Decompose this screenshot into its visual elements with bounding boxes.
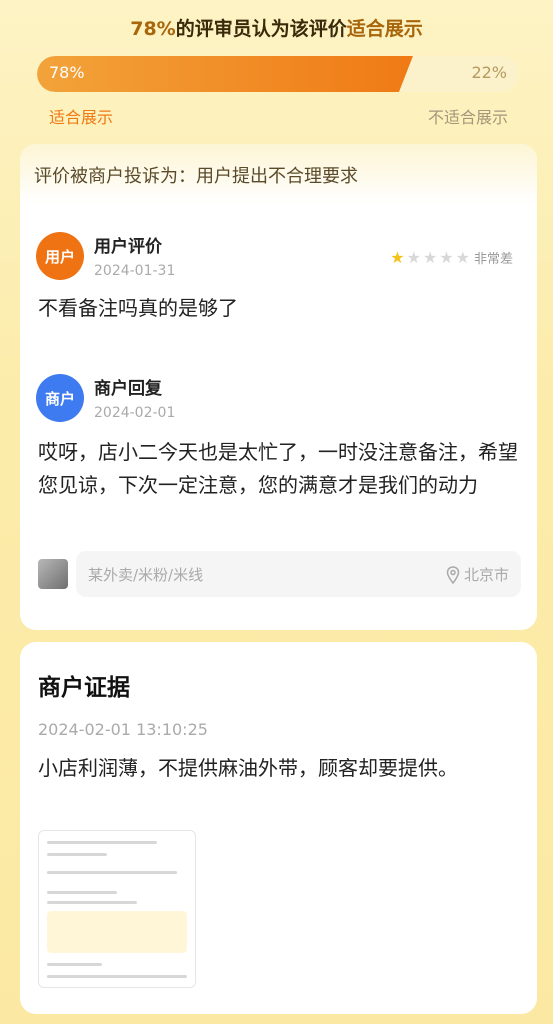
unsuitable-percentage: 22% [471, 63, 507, 82]
user-review-header: 用户 用户评价 2024-01-31 [36, 232, 175, 280]
star-icon: ★ [406, 247, 421, 267]
complaint-header: 评价被商户投诉为：用户提出不合理要求 [20, 144, 537, 204]
merchant-reply-title: 商户回复 [94, 379, 162, 399]
store-thumbnail [38, 559, 68, 589]
store-pill[interactable]: 某外卖/米粉/米线 北京市 [76, 551, 521, 597]
unsuitable-label: 不适合展示 [427, 108, 508, 127]
headline-highlight: 适合展示 [346, 18, 423, 40]
user-review-text: 不看备注吗真的是够了 [38, 296, 238, 320]
rating-text: 非常差 [473, 252, 513, 267]
merchant-avatar: 商户 [36, 374, 84, 422]
store-info-row[interactable]: 某外卖/米粉/米线 北京市 [38, 551, 521, 597]
star-icon: ★ [455, 247, 470, 267]
user-review-date: 2024-01-31 [94, 263, 176, 279]
user-avatar: 用户 [36, 232, 84, 280]
vote-progress-fill [37, 56, 413, 92]
star-icon: ★ [422, 247, 438, 267]
star-icon: ★ [439, 247, 454, 267]
evidence-card: 商户证据 2024-02-01 13:10:25 小店利润薄，不提供麻油外带，顾… [20, 642, 537, 1014]
vote-progress-bar: 78% 22% [37, 56, 519, 92]
store-name: 某外卖/米粉/米线 [88, 566, 204, 584]
evidence-screenshot[interactable] [38, 830, 196, 988]
user-review-title: 用户评价 [94, 237, 162, 257]
evidence-time: 2024-02-01 13:10:25 [38, 720, 208, 739]
merchant-reply-text: 哎呀，店小二今天也是太忙了，一时没注意备注，希望您见谅，下次一定注意，您的满意才… [38, 440, 518, 497]
headline-percentage: 78% [130, 18, 176, 40]
vote-headline: 78%的评审员认为该评价适合展示 [0, 14, 553, 41]
suitable-percentage: 78% [49, 63, 85, 82]
star-rating: ★ ★ ★ ★ ★ 非常差 [388, 248, 513, 267]
complaint-card: 评价被商户投诉为：用户提出不合理要求 用户 用户评价 2024-01-31 ★ … [20, 144, 537, 630]
evidence-title: 商户证据 [38, 675, 130, 701]
store-location-text: 北京市 [463, 566, 509, 584]
headline-text: 的评审员认为该评价 [175, 18, 347, 40]
merchant-reply-date: 2024-02-01 [94, 405, 176, 421]
location-pin-icon [446, 565, 460, 584]
merchant-reply-header: 商户 商户回复 2024-02-01 [36, 374, 175, 422]
evidence-text: 小店利润薄，不提供麻油外带，顾客却要提供。 [38, 756, 458, 780]
star-icon: ★ [390, 247, 405, 267]
suitable-label: 适合展示 [49, 108, 114, 127]
store-location: 北京市 [446, 564, 509, 585]
